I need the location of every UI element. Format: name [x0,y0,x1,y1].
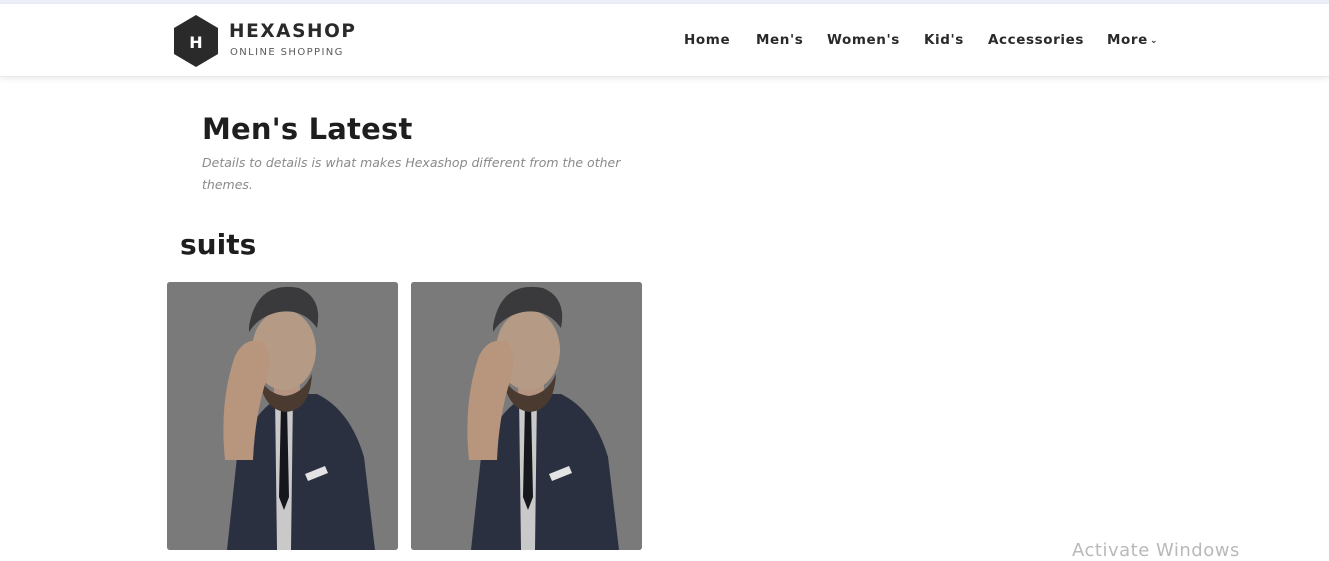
brand-name: HEXASHOP [229,21,357,42]
nav-home[interactable]: Home [684,32,730,48]
nav-womens[interactable]: Women's [827,32,900,48]
activate-windows-watermark: Activate Windows [1072,540,1240,561]
product-image [411,282,642,550]
brand-tagline: ONLINE SHOPPING [230,47,344,58]
product-image [167,282,398,550]
logo[interactable]: H HEXASHOP ONLINE SHOPPING [172,13,362,69]
section-title: suits [180,228,257,261]
nav-kids[interactable]: Kid's [924,32,964,48]
nav-accessories[interactable]: Accessories [988,32,1084,48]
page-subtitle: Details to details is what makes Hexasho… [202,155,621,192]
product-card[interactable] [411,282,642,550]
page-title: Men's Latest [202,112,413,146]
nav-more-label: More [1107,32,1148,48]
product-card[interactable] [167,282,398,550]
logo-letter: H [189,33,202,52]
site-header: H HEXASHOP ONLINE SHOPPING Home Men's Wo… [0,4,1329,77]
nav-more[interactable]: More ⌄ [1107,32,1158,48]
nav-mens[interactable]: Men's [756,32,803,48]
hexagon-logo-icon: H [174,15,218,67]
chevron-down-icon: ⌄ [1149,36,1159,46]
